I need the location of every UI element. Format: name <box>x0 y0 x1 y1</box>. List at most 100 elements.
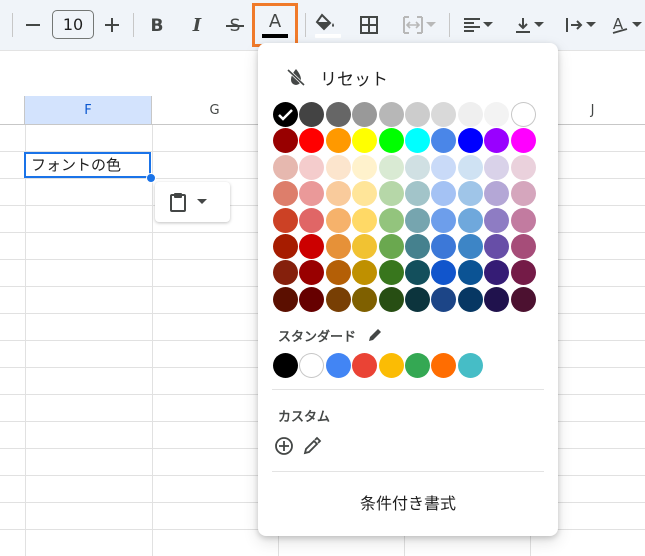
color-swatch[interactable] <box>352 102 378 127</box>
color-swatch[interactable] <box>378 181 404 207</box>
color-swatch[interactable] <box>457 154 483 180</box>
color-swatch[interactable] <box>405 128 430 154</box>
color-swatch[interactable] <box>484 234 510 259</box>
color-swatch[interactable] <box>273 102 298 127</box>
color-swatch[interactable] <box>405 154 430 180</box>
color-swatch[interactable] <box>405 102 430 127</box>
color-swatch[interactable] <box>457 102 483 127</box>
color-swatch[interactable] <box>510 154 536 180</box>
color-swatch[interactable] <box>325 102 351 127</box>
color-swatch[interactable] <box>325 181 351 207</box>
fill-color-button[interactable] <box>312 9 344 41</box>
color-swatch[interactable] <box>273 181 298 207</box>
standard-color-swatch[interactable] <box>325 353 351 378</box>
color-swatch[interactable] <box>273 234 298 259</box>
color-swatch[interactable] <box>510 234 536 259</box>
color-swatch[interactable] <box>378 234 404 259</box>
color-swatch[interactable] <box>431 234 457 259</box>
text-wrap-button[interactable] <box>558 9 602 41</box>
color-swatch[interactable] <box>273 260 298 286</box>
color-swatch[interactable] <box>378 260 404 286</box>
paste-options-button[interactable] <box>155 182 230 222</box>
standard-color-swatch[interactable] <box>273 353 298 378</box>
color-swatch[interactable] <box>457 286 483 312</box>
color-swatch[interactable] <box>405 286 430 312</box>
text-color-button[interactable]: A <box>252 3 298 47</box>
column-header-f[interactable]: F <box>25 96 152 125</box>
color-swatch[interactable] <box>484 286 510 312</box>
color-swatch[interactable] <box>378 102 404 127</box>
color-swatch[interactable] <box>484 181 510 207</box>
add-custom-color-icon[interactable] <box>274 436 294 456</box>
standard-color-swatch[interactable] <box>299 353 325 378</box>
color-swatch[interactable] <box>352 154 378 180</box>
color-swatch[interactable] <box>405 181 430 207</box>
color-swatch[interactable] <box>299 207 325 233</box>
color-swatch[interactable] <box>484 260 510 286</box>
color-swatch[interactable] <box>431 286 457 312</box>
color-swatch[interactable] <box>352 234 378 259</box>
color-swatch[interactable] <box>431 102 457 127</box>
color-swatch[interactable] <box>431 207 457 233</box>
increase-font-size-button[interactable] <box>100 9 124 41</box>
color-swatch[interactable] <box>457 234 483 259</box>
color-swatch[interactable] <box>431 154 457 180</box>
color-swatch[interactable] <box>325 207 351 233</box>
color-swatch[interactable] <box>510 286 536 312</box>
borders-button[interactable] <box>356 9 382 41</box>
color-swatch[interactable] <box>431 181 457 207</box>
color-swatch[interactable] <box>484 128 510 154</box>
color-swatch[interactable] <box>510 260 536 286</box>
color-swatch[interactable] <box>510 207 536 233</box>
color-swatch[interactable] <box>299 181 325 207</box>
color-swatch[interactable] <box>431 128 457 154</box>
color-swatch[interactable] <box>352 181 378 207</box>
fill-handle[interactable] <box>146 173 156 183</box>
decrease-font-size-button[interactable] <box>22 9 44 41</box>
color-swatch[interactable] <box>273 286 298 312</box>
edit-pencil-icon[interactable] <box>367 327 383 343</box>
color-swatch[interactable] <box>325 128 351 154</box>
color-swatch[interactable] <box>405 260 430 286</box>
font-size-input[interactable]: 10 <box>52 10 94 39</box>
color-swatch[interactable] <box>457 207 483 233</box>
color-swatch[interactable] <box>378 286 404 312</box>
color-swatch[interactable] <box>352 260 378 286</box>
color-swatch[interactable] <box>510 181 536 207</box>
color-swatch[interactable] <box>273 154 298 180</box>
color-swatch[interactable] <box>273 128 298 154</box>
color-swatch[interactable] <box>299 128 325 154</box>
standard-color-swatch[interactable] <box>431 353 457 378</box>
color-swatch[interactable] <box>325 260 351 286</box>
color-swatch[interactable] <box>352 207 378 233</box>
color-swatch[interactable] <box>299 102 325 127</box>
color-swatch[interactable] <box>378 207 404 233</box>
color-swatch[interactable] <box>299 260 325 286</box>
vertical-align-button[interactable] <box>508 9 550 41</box>
active-cell[interactable]: フォントの色 <box>24 152 151 178</box>
corner-header[interactable] <box>0 96 25 125</box>
color-swatch[interactable] <box>378 128 404 154</box>
color-swatch[interactable] <box>299 234 325 259</box>
color-swatch[interactable] <box>273 207 298 233</box>
color-swatch[interactable] <box>484 207 510 233</box>
italic-button[interactable]: I <box>184 9 210 41</box>
horizontal-align-button[interactable] <box>457 9 499 41</box>
color-swatch[interactable] <box>325 154 351 180</box>
merge-cells-button[interactable] <box>396 9 442 41</box>
color-swatch[interactable] <box>352 128 378 154</box>
color-swatch[interactable] <box>457 260 483 286</box>
reset-color-option[interactable]: リセット <box>286 61 388 93</box>
color-swatch[interactable] <box>378 154 404 180</box>
standard-color-swatch[interactable] <box>378 353 404 378</box>
color-swatch[interactable] <box>510 128 536 154</box>
standard-color-swatch[interactable] <box>352 353 378 378</box>
conditional-formatting-option[interactable]: 条件付き書式 <box>258 485 558 519</box>
standard-color-swatch[interactable] <box>405 353 430 378</box>
color-swatch[interactable] <box>457 128 483 154</box>
bold-button[interactable]: B <box>144 9 170 41</box>
color-swatch[interactable] <box>510 102 536 127</box>
color-swatch[interactable] <box>299 286 325 312</box>
color-swatch[interactable] <box>299 154 325 180</box>
color-swatch[interactable] <box>325 286 351 312</box>
